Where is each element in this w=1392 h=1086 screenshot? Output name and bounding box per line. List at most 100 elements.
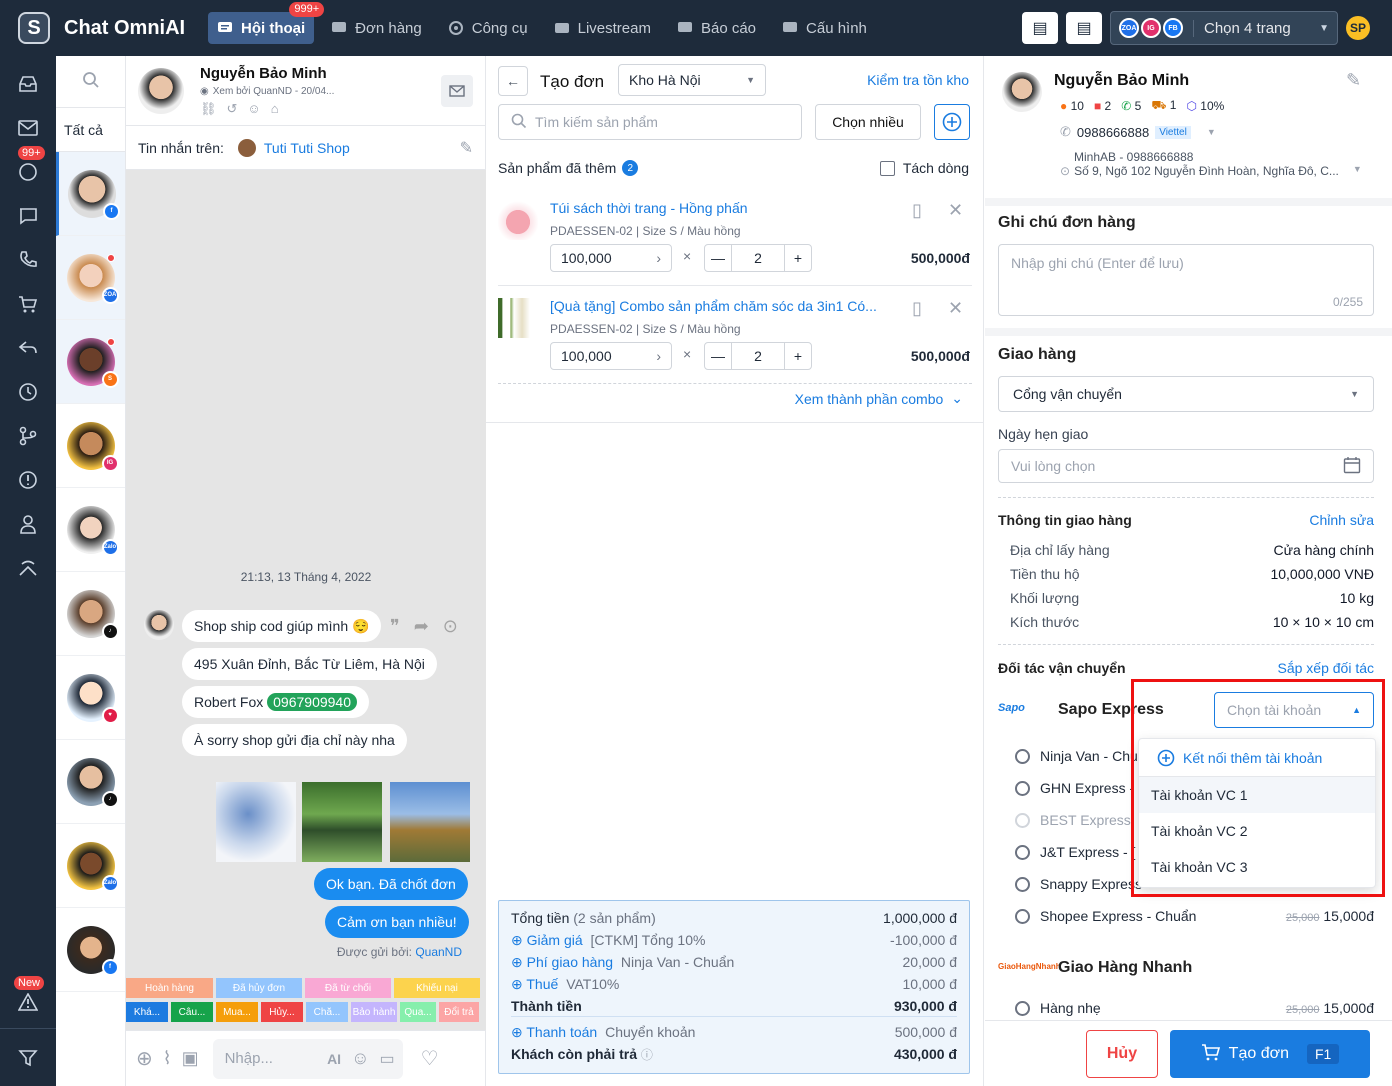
note-icon[interactable]: ▯ bbox=[912, 298, 922, 319]
message-image[interactable] bbox=[302, 782, 382, 862]
user-icon[interactable] bbox=[16, 512, 40, 536]
carrier-option[interactable]: Snappy Express bbox=[1015, 868, 1142, 900]
search-button[interactable] bbox=[56, 56, 125, 108]
conversation-item[interactable]: ♥ bbox=[56, 656, 125, 740]
back-button[interactable]: ← bbox=[498, 66, 528, 96]
status-tag[interactable]: Khiếu nại bbox=[394, 978, 480, 998]
delivery-method-select[interactable]: Cổng vận chuyển ▼ bbox=[998, 376, 1374, 412]
mail-button[interactable] bbox=[441, 74, 473, 107]
message-bubble[interactable]: Shop ship cod giúp mình 😌 bbox=[182, 610, 382, 642]
conversation-item[interactable]: f bbox=[56, 908, 125, 992]
tag[interactable]: Hủy... bbox=[261, 1002, 303, 1022]
customer-avatar[interactable] bbox=[138, 67, 184, 114]
account-option[interactable]: Tài khoản VC 2 bbox=[1139, 813, 1375, 849]
conversation-item[interactable]: ♪ bbox=[56, 572, 125, 656]
tag[interactable]: Khá... bbox=[126, 1002, 168, 1022]
emoji-icon[interactable]: ☺ bbox=[351, 1048, 369, 1069]
connect-account-option[interactable]: Kết nối thêm tài khoản bbox=[1139, 739, 1375, 777]
filter-all[interactable]: Tất cả bbox=[56, 108, 125, 152]
product-name[interactable]: Túi sách thời trang - Hồng phấn bbox=[550, 200, 748, 216]
radio[interactable] bbox=[1015, 748, 1030, 764]
tag[interactable]: Chă... bbox=[306, 1002, 348, 1022]
reply-bubble[interactable]: Ok bạn. Đã chốt đơn bbox=[314, 868, 468, 900]
split-line-checkbox[interactable] bbox=[879, 160, 895, 176]
radio[interactable] bbox=[1015, 780, 1030, 796]
conversation-item[interactable]: S bbox=[56, 320, 125, 404]
history-icon[interactable]: ↺ bbox=[227, 101, 238, 117]
check-stock-link[interactable]: Kiểm tra tồn kho bbox=[867, 72, 969, 88]
warehouse-select[interactable]: Kho Hà Nội ▼ bbox=[618, 64, 766, 96]
product-name[interactable]: [Quà tặng] Combo sản phẩm chăm sóc da 3i… bbox=[550, 298, 877, 314]
forward-icon[interactable]: ➦ bbox=[414, 616, 429, 637]
heart-icon[interactable]: ♡ bbox=[421, 1046, 439, 1071]
clock-icon[interactable] bbox=[16, 380, 40, 404]
conversation-item[interactable]: Zalo bbox=[56, 824, 125, 908]
customer-phone-row[interactable]: ✆ 0988666888 Viettel ▼ bbox=[1060, 124, 1216, 140]
customer-address[interactable]: MinhAB - 0988666888 ⊙ Số 9, Ngõ 102 Nguyễ… bbox=[1060, 150, 1370, 178]
reply-bubble[interactable]: Cảm ơn bạn nhiều! bbox=[325, 906, 469, 938]
link-icon[interactable]: ⛓ bbox=[200, 101, 217, 117]
warning-icon[interactable] bbox=[16, 990, 40, 1014]
account-option[interactable]: Tài khoản VC 1 bbox=[1139, 777, 1375, 813]
nav-orders[interactable]: Đơn hàng bbox=[322, 12, 431, 44]
summary-discount[interactable]: ⊕ Giảm giá [CTKM] Tổng 10% -100,000 đ bbox=[511, 929, 957, 951]
inbox-icon[interactable] bbox=[16, 72, 40, 96]
carrier-option[interactable]: GHN Express - bbox=[1015, 772, 1134, 804]
edit-shipping-link[interactable]: Chỉnh sửa bbox=[1309, 512, 1374, 528]
app-logo[interactable]: S bbox=[18, 12, 50, 44]
product-search-input[interactable]: Tìm kiếm sản phẩm bbox=[498, 104, 802, 140]
page-selector[interactable]: ZOA IG FB Chọn 4 trang ▼ bbox=[1110, 11, 1338, 45]
remove-icon[interactable]: ✕ bbox=[948, 200, 963, 221]
quick-reply-button[interactable]: ▤ bbox=[1022, 12, 1058, 44]
info-icon[interactable]: ⓘ bbox=[641, 1048, 653, 1062]
status-tag[interactable]: Hoàn hàng bbox=[126, 978, 213, 998]
location-icon[interactable]: ⊙ bbox=[443, 616, 458, 637]
quote-icon[interactable]: ❞ bbox=[390, 616, 400, 637]
radio[interactable] bbox=[1015, 844, 1030, 860]
user-icon[interactable]: ☺ bbox=[247, 101, 260, 117]
nav-settings[interactable]: Cấu hình bbox=[773, 12, 876, 44]
create-order-button[interactable]: Tạo đơn F1 bbox=[1170, 1030, 1370, 1078]
choose-many-button[interactable]: Chọn nhiều bbox=[815, 104, 921, 140]
tag[interactable]: Qua... bbox=[400, 1002, 436, 1022]
increase-button[interactable]: + bbox=[784, 342, 812, 370]
conversation-item[interactable]: ♪ bbox=[56, 740, 125, 824]
mail-icon[interactable] bbox=[16, 116, 40, 140]
user-avatar[interactable]: SP bbox=[1346, 16, 1370, 40]
conversation-item[interactable]: IG bbox=[56, 404, 125, 488]
nav-reports[interactable]: Báo cáo bbox=[668, 12, 765, 44]
template-icon[interactable]: ▭ bbox=[379, 1049, 394, 1069]
edit-icon[interactable]: ✎ bbox=[1346, 70, 1361, 91]
cancel-button[interactable]: Hủy bbox=[1086, 1030, 1158, 1078]
support-icon[interactable] bbox=[16, 556, 40, 580]
remove-icon[interactable]: ✕ bbox=[948, 298, 963, 319]
cart-icon[interactable] bbox=[16, 292, 40, 316]
view-combo-link[interactable]: Xem thành phần combo ⌄ bbox=[795, 390, 963, 407]
phone-icon[interactable] bbox=[16, 248, 40, 272]
conversation-item[interactable]: f bbox=[56, 152, 125, 236]
birthday-icon[interactable]: ⌂ bbox=[271, 101, 279, 117]
sent-by-agent[interactable]: QuanND bbox=[415, 945, 462, 959]
radio[interactable] bbox=[1015, 876, 1030, 892]
summary-payment[interactable]: ⊕ Thanh toán Chuyển khoản 500,000 đ bbox=[511, 1021, 957, 1043]
edit-icon[interactable]: ✎ bbox=[460, 138, 473, 158]
delivery-date-input[interactable]: Vui lòng chọn bbox=[998, 449, 1374, 483]
nav-tools[interactable]: Công cụ bbox=[439, 12, 537, 44]
comment-icon[interactable] bbox=[16, 204, 40, 228]
nav-conversations[interactable]: Hội thoại 999+ bbox=[208, 2, 325, 44]
price-input[interactable]: 100,000 › bbox=[550, 342, 672, 370]
summary-tax[interactable]: ⊕ Thuế VAT10% 10,000 đ bbox=[511, 973, 957, 995]
source-page-link[interactable]: Tuti Tuti Shop bbox=[264, 140, 460, 156]
order-note-input[interactable]: Nhập ghi chú (Enter để lưu) 0/255 bbox=[998, 244, 1374, 316]
increase-button[interactable]: + bbox=[784, 244, 812, 272]
decrease-button[interactable]: — bbox=[704, 244, 732, 272]
tag[interactable]: Mua... bbox=[216, 1002, 258, 1022]
status-tag[interactable]: Đã từ chối bbox=[305, 978, 391, 998]
add-product-button[interactable] bbox=[934, 104, 970, 140]
tag[interactable]: Câu... bbox=[171, 1002, 213, 1022]
sort-partners-link[interactable]: Sắp xếp đối tác bbox=[1277, 660, 1374, 676]
filter-icon[interactable] bbox=[16, 1046, 40, 1070]
add-icon[interactable]: ⊕ bbox=[136, 1046, 153, 1071]
ai-icon[interactable]: AI bbox=[327, 1051, 341, 1067]
reply-icon[interactable] bbox=[16, 336, 40, 360]
